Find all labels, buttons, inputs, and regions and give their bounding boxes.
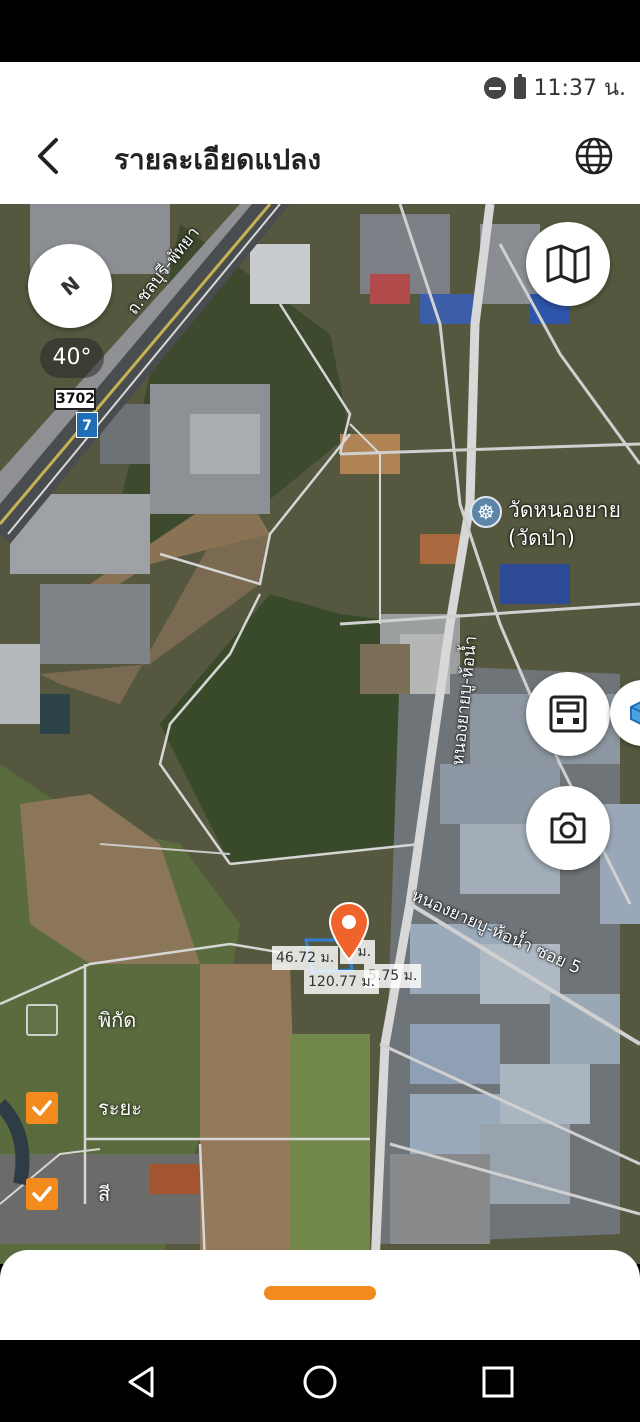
checkbox-coordinates[interactable]	[26, 1004, 58, 1036]
compass-icon: N	[55, 271, 85, 301]
globe-button[interactable]	[574, 136, 614, 176]
measure-button[interactable]	[526, 672, 610, 756]
tilt-angle-label: 40°	[40, 338, 104, 378]
square-recent-icon	[482, 1366, 514, 1398]
measure-icon	[549, 695, 587, 733]
app-header: รายละเอียดแปลง	[0, 108, 640, 204]
checkbox-color[interactable]	[26, 1178, 58, 1210]
camera-icon	[550, 812, 586, 844]
satellite-map[interactable]: N 40° 3702 7 ถ.ชลบุรี-พัทยา หนองยายบู-ห้…	[0, 204, 640, 1264]
checkbox-distance[interactable]	[26, 1092, 58, 1124]
chevron-left-icon	[38, 138, 58, 174]
checkmark-icon	[32, 1186, 52, 1202]
battery-charging-icon	[513, 73, 526, 99]
road-shield-number: 3702	[54, 388, 96, 410]
temple-label[interactable]: วัดหนองยาย (วัดป่า)	[508, 496, 621, 552]
toggle-label: ระยะ	[98, 1096, 142, 1120]
toggle-label: สี	[98, 1182, 111, 1206]
bottom-sheet-handle[interactable]	[264, 1286, 376, 1300]
toggle-label: พิกัด	[98, 1008, 137, 1032]
nav-recent-button[interactable]	[478, 1362, 518, 1402]
map-type-button[interactable]	[526, 222, 610, 306]
checkmark-icon	[32, 1100, 52, 1116]
back-button[interactable]	[30, 134, 70, 178]
top-black-bar	[0, 0, 640, 62]
plot-dimension-label: 120.77 ม.	[304, 970, 380, 994]
toggle-distance[interactable]: ระยะ	[26, 1092, 142, 1124]
compass-button[interactable]: N	[28, 244, 112, 328]
nav-home-button[interactable]	[300, 1362, 340, 1402]
map-icon	[546, 244, 590, 284]
road-shield-route: 7	[76, 412, 98, 438]
status-bar: 11:37 น.	[0, 62, 640, 108]
status-icons: 11:37 น.	[483, 70, 626, 105]
temple-name: วัดหนองยาย	[508, 498, 621, 522]
cube-icon	[630, 701, 640, 725]
status-time: 11:37 น.	[533, 76, 626, 101]
temple-subname: (วัดป่า)	[508, 526, 575, 550]
android-nav-bar	[0, 1340, 640, 1422]
toggle-color[interactable]: สี	[26, 1178, 110, 1210]
triangle-back-icon	[128, 1366, 154, 1398]
do-not-disturb-icon	[483, 76, 506, 99]
toggle-coordinates[interactable]: พิกัด	[26, 1004, 136, 1036]
camera-button[interactable]	[526, 786, 610, 870]
nav-back-button[interactable]	[122, 1362, 162, 1402]
circle-home-icon	[303, 1365, 337, 1399]
page-title: รายละเอียดแปลง	[114, 143, 321, 176]
location-pin-icon[interactable]	[326, 900, 372, 962]
globe-icon	[575, 137, 613, 175]
dharma-wheel-icon[interactable]: ☸	[470, 496, 502, 528]
bottom-sheet[interactable]	[0, 1250, 640, 1340]
